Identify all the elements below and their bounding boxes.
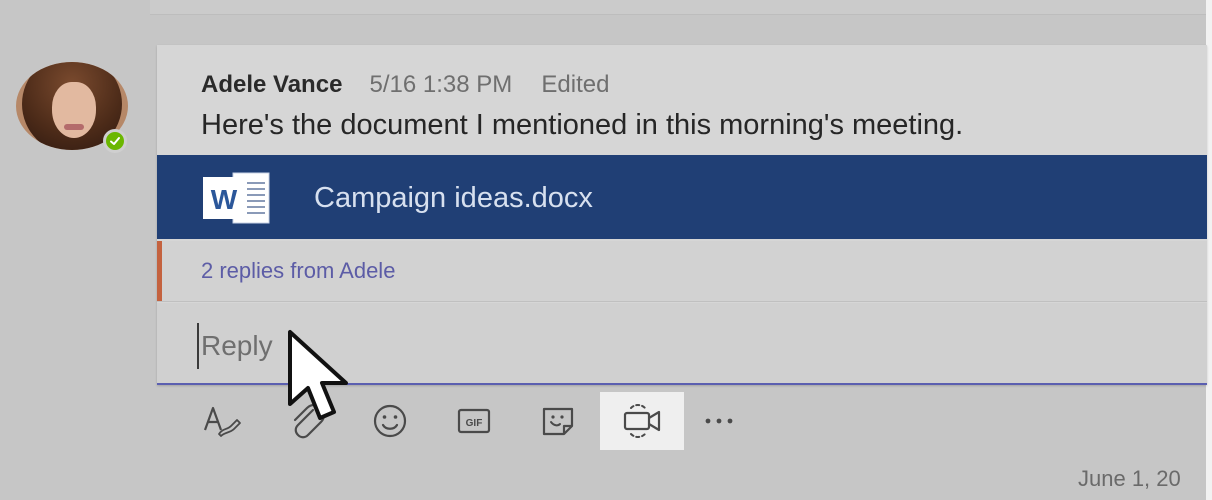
attach-button[interactable] [264,392,348,450]
attachment-filename[interactable]: Campaign ideas.docx [314,182,593,215]
previous-message-edge [150,0,1212,15]
presence-available-icon [103,129,127,153]
format-icon [203,406,241,437]
author-name[interactable]: Adele Vance [201,71,342,98]
sticker-icon [542,407,574,436]
more-options-icon [705,418,733,424]
date-divider: June 1, 20 [1078,466,1181,491]
edited-label: Edited [541,71,610,98]
message-timestamp: 5/16 1:38 PM [369,71,513,98]
gif-icon-label: GIF [466,418,483,429]
emoji-button[interactable] [348,392,432,450]
message-header: Adele Vance 5/16 1:38 PM Edited [201,71,609,99]
sticker-button[interactable] [516,392,600,450]
meet-now-icon [623,404,661,438]
attach-icon [293,403,326,439]
gif-button[interactable]: GIF [432,392,516,450]
emoji-icon [373,404,407,438]
format-button[interactable] [180,392,264,450]
gif-icon: GIF [457,408,491,434]
thread-accent-bar [157,241,162,301]
word-document-icon: W [203,172,270,224]
meet-now-button[interactable] [600,392,684,450]
message-card: Adele Vance 5/16 1:38 PM Edited Here's t… [157,45,1207,385]
svg-text:W: W [211,184,238,215]
message-body: Here's the document I mentioned in this … [201,109,964,141]
reply-input[interactable] [197,323,1103,369]
replies-link[interactable]: 2 replies from Adele [201,258,395,284]
thread-replies-row: 2 replies from Adele [157,241,1207,302]
file-attachment[interactable]: W Campaign ideas.docx [157,155,1207,239]
more-options-button[interactable] [684,392,754,450]
reply-box [157,303,1207,385]
compose-toolbar: GIF [180,392,754,450]
